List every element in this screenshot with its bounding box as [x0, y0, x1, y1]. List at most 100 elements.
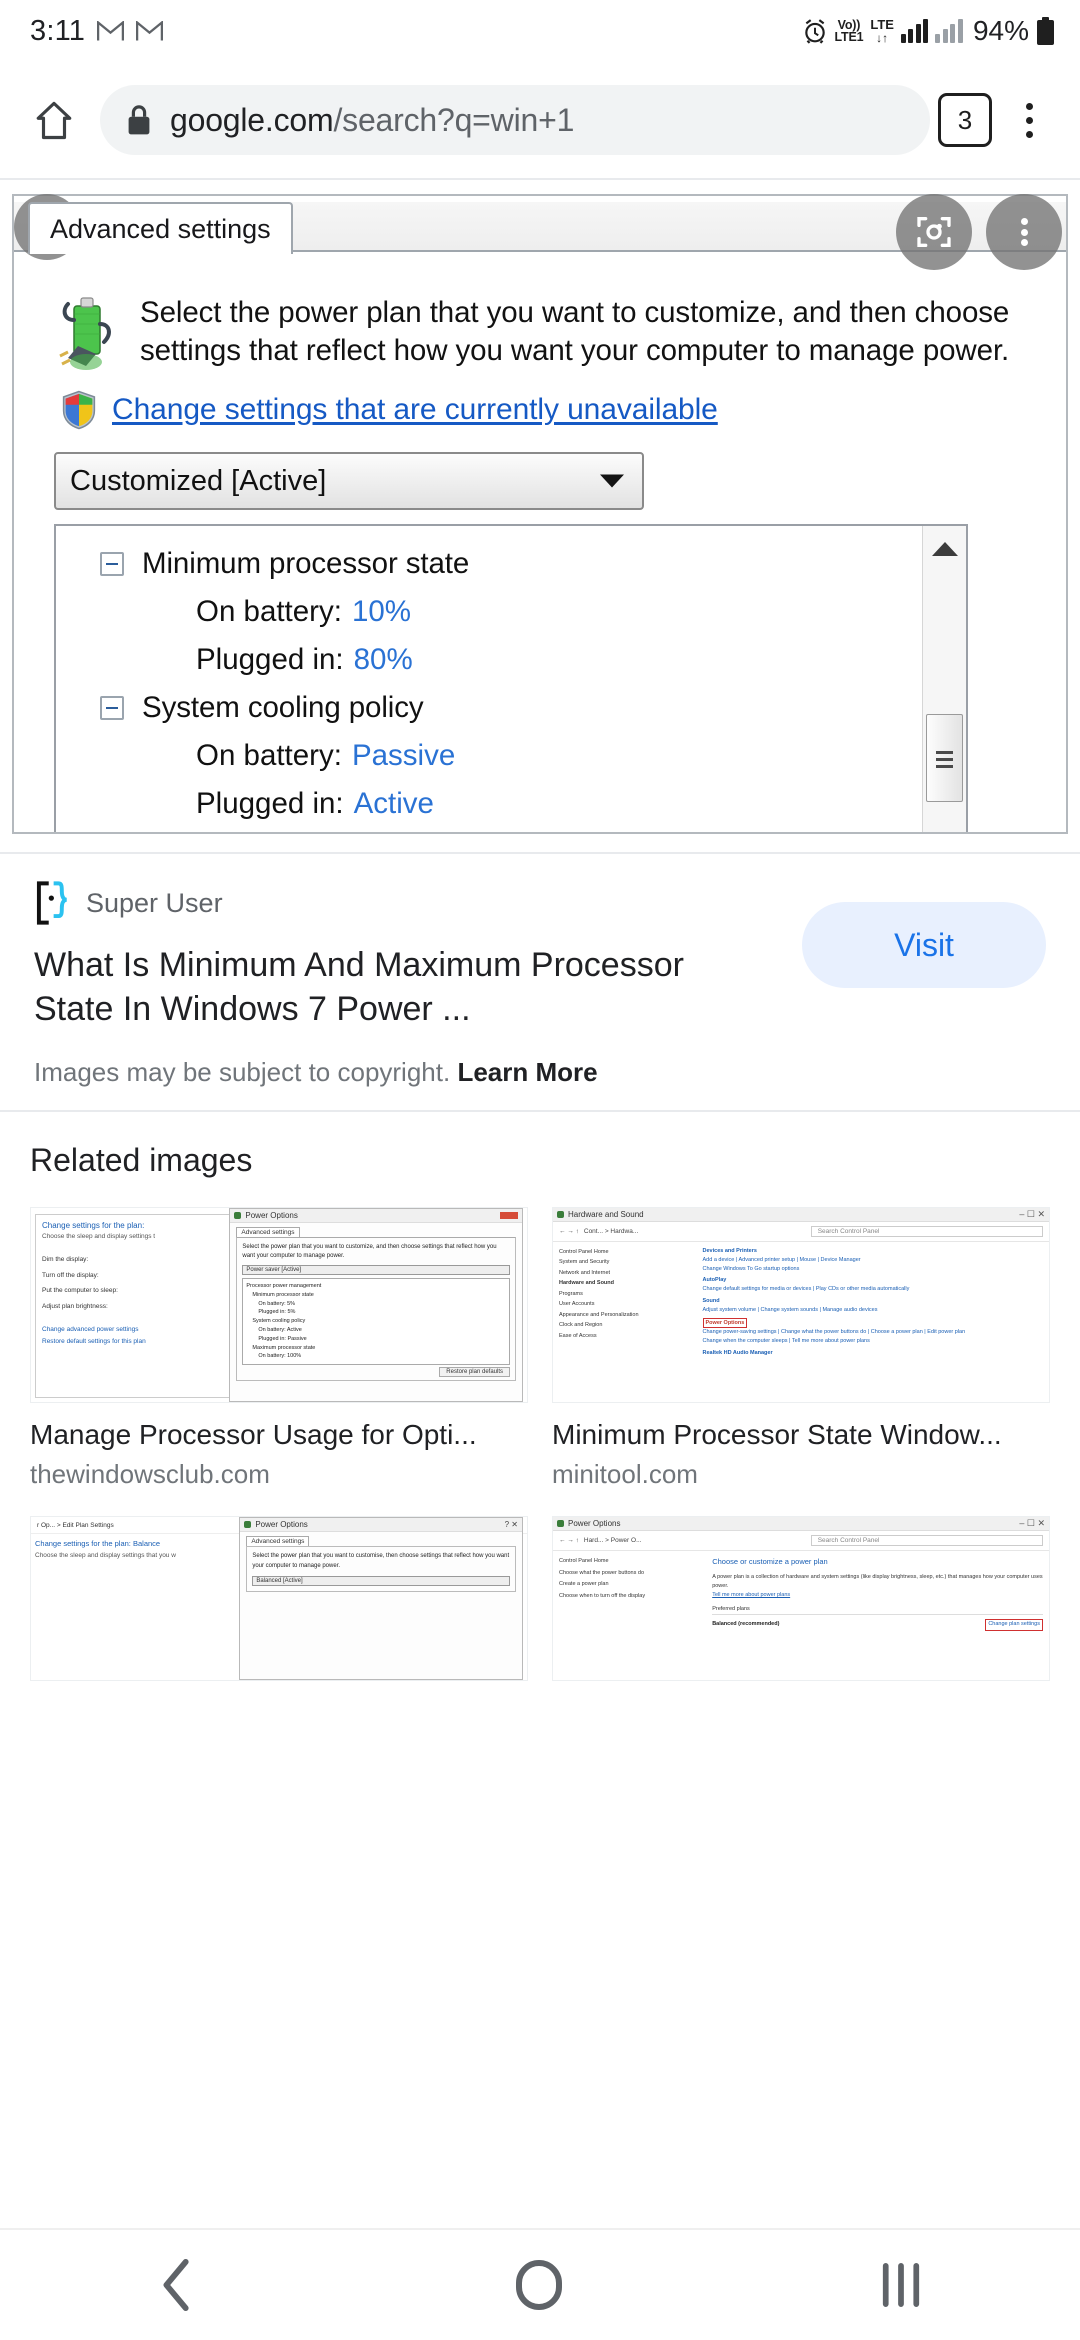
dialog-body: Select the power plan that you want to c…	[14, 252, 1066, 832]
home-nav-icon	[515, 2260, 562, 2310]
address-bar-text: google.com/search?q=win+1	[170, 102, 574, 139]
gmail-icon	[97, 20, 125, 40]
tree-scrollbar[interactable]	[922, 526, 966, 832]
uac-shield-icon	[62, 390, 96, 430]
thumb-button: Restore plan defaults	[439, 1367, 510, 1378]
google-lens-button[interactable]	[896, 194, 972, 270]
tree-child-value[interactable]: Active	[354, 787, 434, 821]
gmail-icon	[136, 20, 164, 40]
thumb-nav-item: System and Security	[559, 1259, 610, 1266]
signal-bars-sim1	[900, 19, 929, 43]
image-result-info: Super User What Is Minimum And Maximum P…	[0, 852, 1080, 1110]
browser-menu-button[interactable]	[1002, 91, 1056, 149]
tree-child-value[interactable]: Passive	[352, 739, 455, 773]
tree-child-row[interactable]: Plugged in: Active	[56, 780, 922, 828]
image-options-button[interactable]	[986, 194, 1062, 270]
volte-line2: LTE1	[834, 30, 864, 44]
thumb-nav-item: Programs	[559, 1290, 583, 1297]
thumb-group: Preferred plans	[712, 1605, 1043, 1616]
tree-group-row[interactable]: Minimum processor state	[56, 540, 922, 588]
settings-tree[interactable]: Minimum processor state On battery: 10% …	[54, 524, 968, 832]
address-bar[interactable]: google.com/search?q=win+1	[100, 85, 930, 155]
related-images-section: Related images Change settings for the p…	[0, 1110, 1080, 1697]
thumb-tree-row: On battery: 5%	[258, 1300, 296, 1307]
thumb-tab: Advanced settings	[236, 1227, 300, 1238]
tree-child-value[interactable]: 80%	[354, 643, 413, 677]
browser-toolbar: google.com/search?q=win+1 3	[0, 62, 1080, 178]
thumb-breadcrumb: Hard... > Power O...	[583, 1537, 642, 1545]
nav-recents-button[interactable]	[880, 2261, 922, 2309]
tree-group-label: System cooling policy	[142, 691, 424, 724]
thumb-section: Devices and Printers	[702, 1248, 757, 1255]
power-options-dialog-image[interactable]: Advanced settings Select the power plan …	[12, 194, 1068, 834]
learn-more-link[interactable]: Learn More	[457, 1057, 597, 1087]
related-thumbnail[interactable]: Change settings for the plan: Choose the…	[30, 1207, 528, 1404]
related-domain: minitool.com	[552, 1459, 698, 1490]
nav-back-button[interactable]	[158, 2258, 198, 2312]
collapse-expander-icon[interactable]	[100, 552, 124, 576]
result-source-name: Super User	[86, 887, 223, 918]
related-caption: Manage Processor Usage for Opti...	[30, 1419, 477, 1451]
url-path: /search?q=win+1	[333, 101, 575, 138]
scrollbar-thumb[interactable]	[926, 714, 963, 802]
thumb-window-title: Power Options	[255, 1520, 308, 1530]
scroll-up-arrow-icon[interactable]	[931, 542, 958, 556]
related-thumbnail[interactable]: Power Options – ☐ ✕ ← → ↑ Hard... > Powe…	[552, 1516, 1050, 1682]
thumb-tree-row: Processor power management	[246, 1283, 322, 1290]
lte-label: LTE	[870, 16, 894, 32]
status-time: 3:11	[30, 14, 86, 47]
nav-home-button[interactable]	[515, 2259, 563, 2311]
related-image-card[interactable]: Power Options – ☐ ✕ ← → ↑ Hard... > Powe…	[552, 1516, 1050, 1697]
thumb-window-title: Power Options	[245, 1211, 298, 1221]
power-icon	[234, 1212, 242, 1220]
thumb-tree-row: Plugged in: Passive	[258, 1335, 307, 1342]
related-image-card[interactable]: Hardware and Sound – ☐ ✕ ← → ↑ Cont... >…	[552, 1207, 1050, 1490]
related-image-card[interactable]: Change settings for the plan: Choose the…	[30, 1207, 528, 1490]
tree-child-key: On battery:	[196, 595, 342, 628]
home-button[interactable]	[18, 84, 90, 156]
tree-child-value[interactable]: 10%	[352, 595, 411, 629]
visit-button[interactable]: Visit	[802, 902, 1046, 988]
battery-plug-icon	[59, 297, 111, 370]
signal-bars-sim2	[935, 19, 963, 43]
data-arrows: ↓↑	[876, 30, 889, 45]
thumb-window-title: Power Options	[568, 1519, 621, 1529]
related-images-grid: Change settings for the plan: Choose the…	[30, 1207, 1050, 1490]
thumb-tree-row: Plugged in: 5%	[258, 1309, 296, 1316]
tree-child-row[interactable]: Plugged in: 80%	[56, 636, 922, 684]
power-icon	[244, 1521, 252, 1529]
result-title[interactable]: What Is Minimum And Maximum Processor St…	[34, 944, 734, 1031]
thumb-nav-item: Choose when to turn off the display	[559, 1592, 646, 1599]
tree-child-row[interactable]: On battery: 10%	[56, 588, 922, 636]
thumb-search: Search Control Panel	[810, 1226, 1043, 1238]
power-plan-dropdown[interactable]: Customized [Active]	[54, 452, 644, 510]
uac-link-row[interactable]: Change settings that are currently unava…	[60, 390, 1042, 430]
thumb-nav-item: Control Panel Home	[559, 1558, 609, 1565]
tree-group-row[interactable]: System cooling policy	[56, 684, 922, 732]
related-image-card[interactable]: r Op... > Edit Plan Settings ˅ ↻ Change …	[30, 1516, 528, 1697]
tree-child-row[interactable]: On battery: Passive	[56, 732, 922, 780]
related-caption: Minimum Processor State Window...	[552, 1419, 1002, 1451]
thumb-action-link: Change plan settings	[985, 1619, 1043, 1631]
thumb-section: Sound	[702, 1298, 720, 1305]
collapse-expander-icon[interactable]	[100, 696, 124, 720]
google-lens-icon	[917, 217, 951, 247]
more-options-icon	[1020, 215, 1028, 250]
thumb-nav-item: Control Panel Home	[559, 1249, 609, 1256]
related-thumbnail[interactable]: Hardware and Sound – ☐ ✕ ← → ↑ Cont... >…	[552, 1207, 1050, 1404]
related-domain: thewindowsclub.com	[30, 1459, 270, 1490]
thumb-section-link: Adjust system volume | Change system sou…	[702, 1306, 878, 1313]
volte-indicator: Vo)) LTE1	[834, 18, 864, 44]
status-bar-right: Vo)) LTE1 LTE ↓↑ 94%	[802, 15, 1054, 47]
related-images-grid-row2: r Op... > Edit Plan Settings ˅ ↻ Change …	[30, 1516, 1050, 1697]
related-thumbnail[interactable]: r Op... > Edit Plan Settings ˅ ↻ Change …	[30, 1516, 528, 1682]
uac-link[interactable]: Change settings that are currently unava…	[112, 393, 718, 427]
tree-child-key: Plugged in:	[196, 787, 344, 820]
thumb-window-titlebar: Power Options	[230, 1209, 522, 1224]
thumb-nav-item: Appearance and Personalization	[559, 1311, 639, 1318]
tab-advanced-settings[interactable]: Advanced settings	[28, 202, 293, 254]
tab-switcher-button[interactable]: 3	[938, 93, 992, 147]
tree-group-row[interactable]: Maximum processor state	[56, 828, 922, 832]
tree-group-label: Minimum processor state	[142, 547, 470, 580]
tree-child-key: On battery:	[196, 739, 342, 772]
